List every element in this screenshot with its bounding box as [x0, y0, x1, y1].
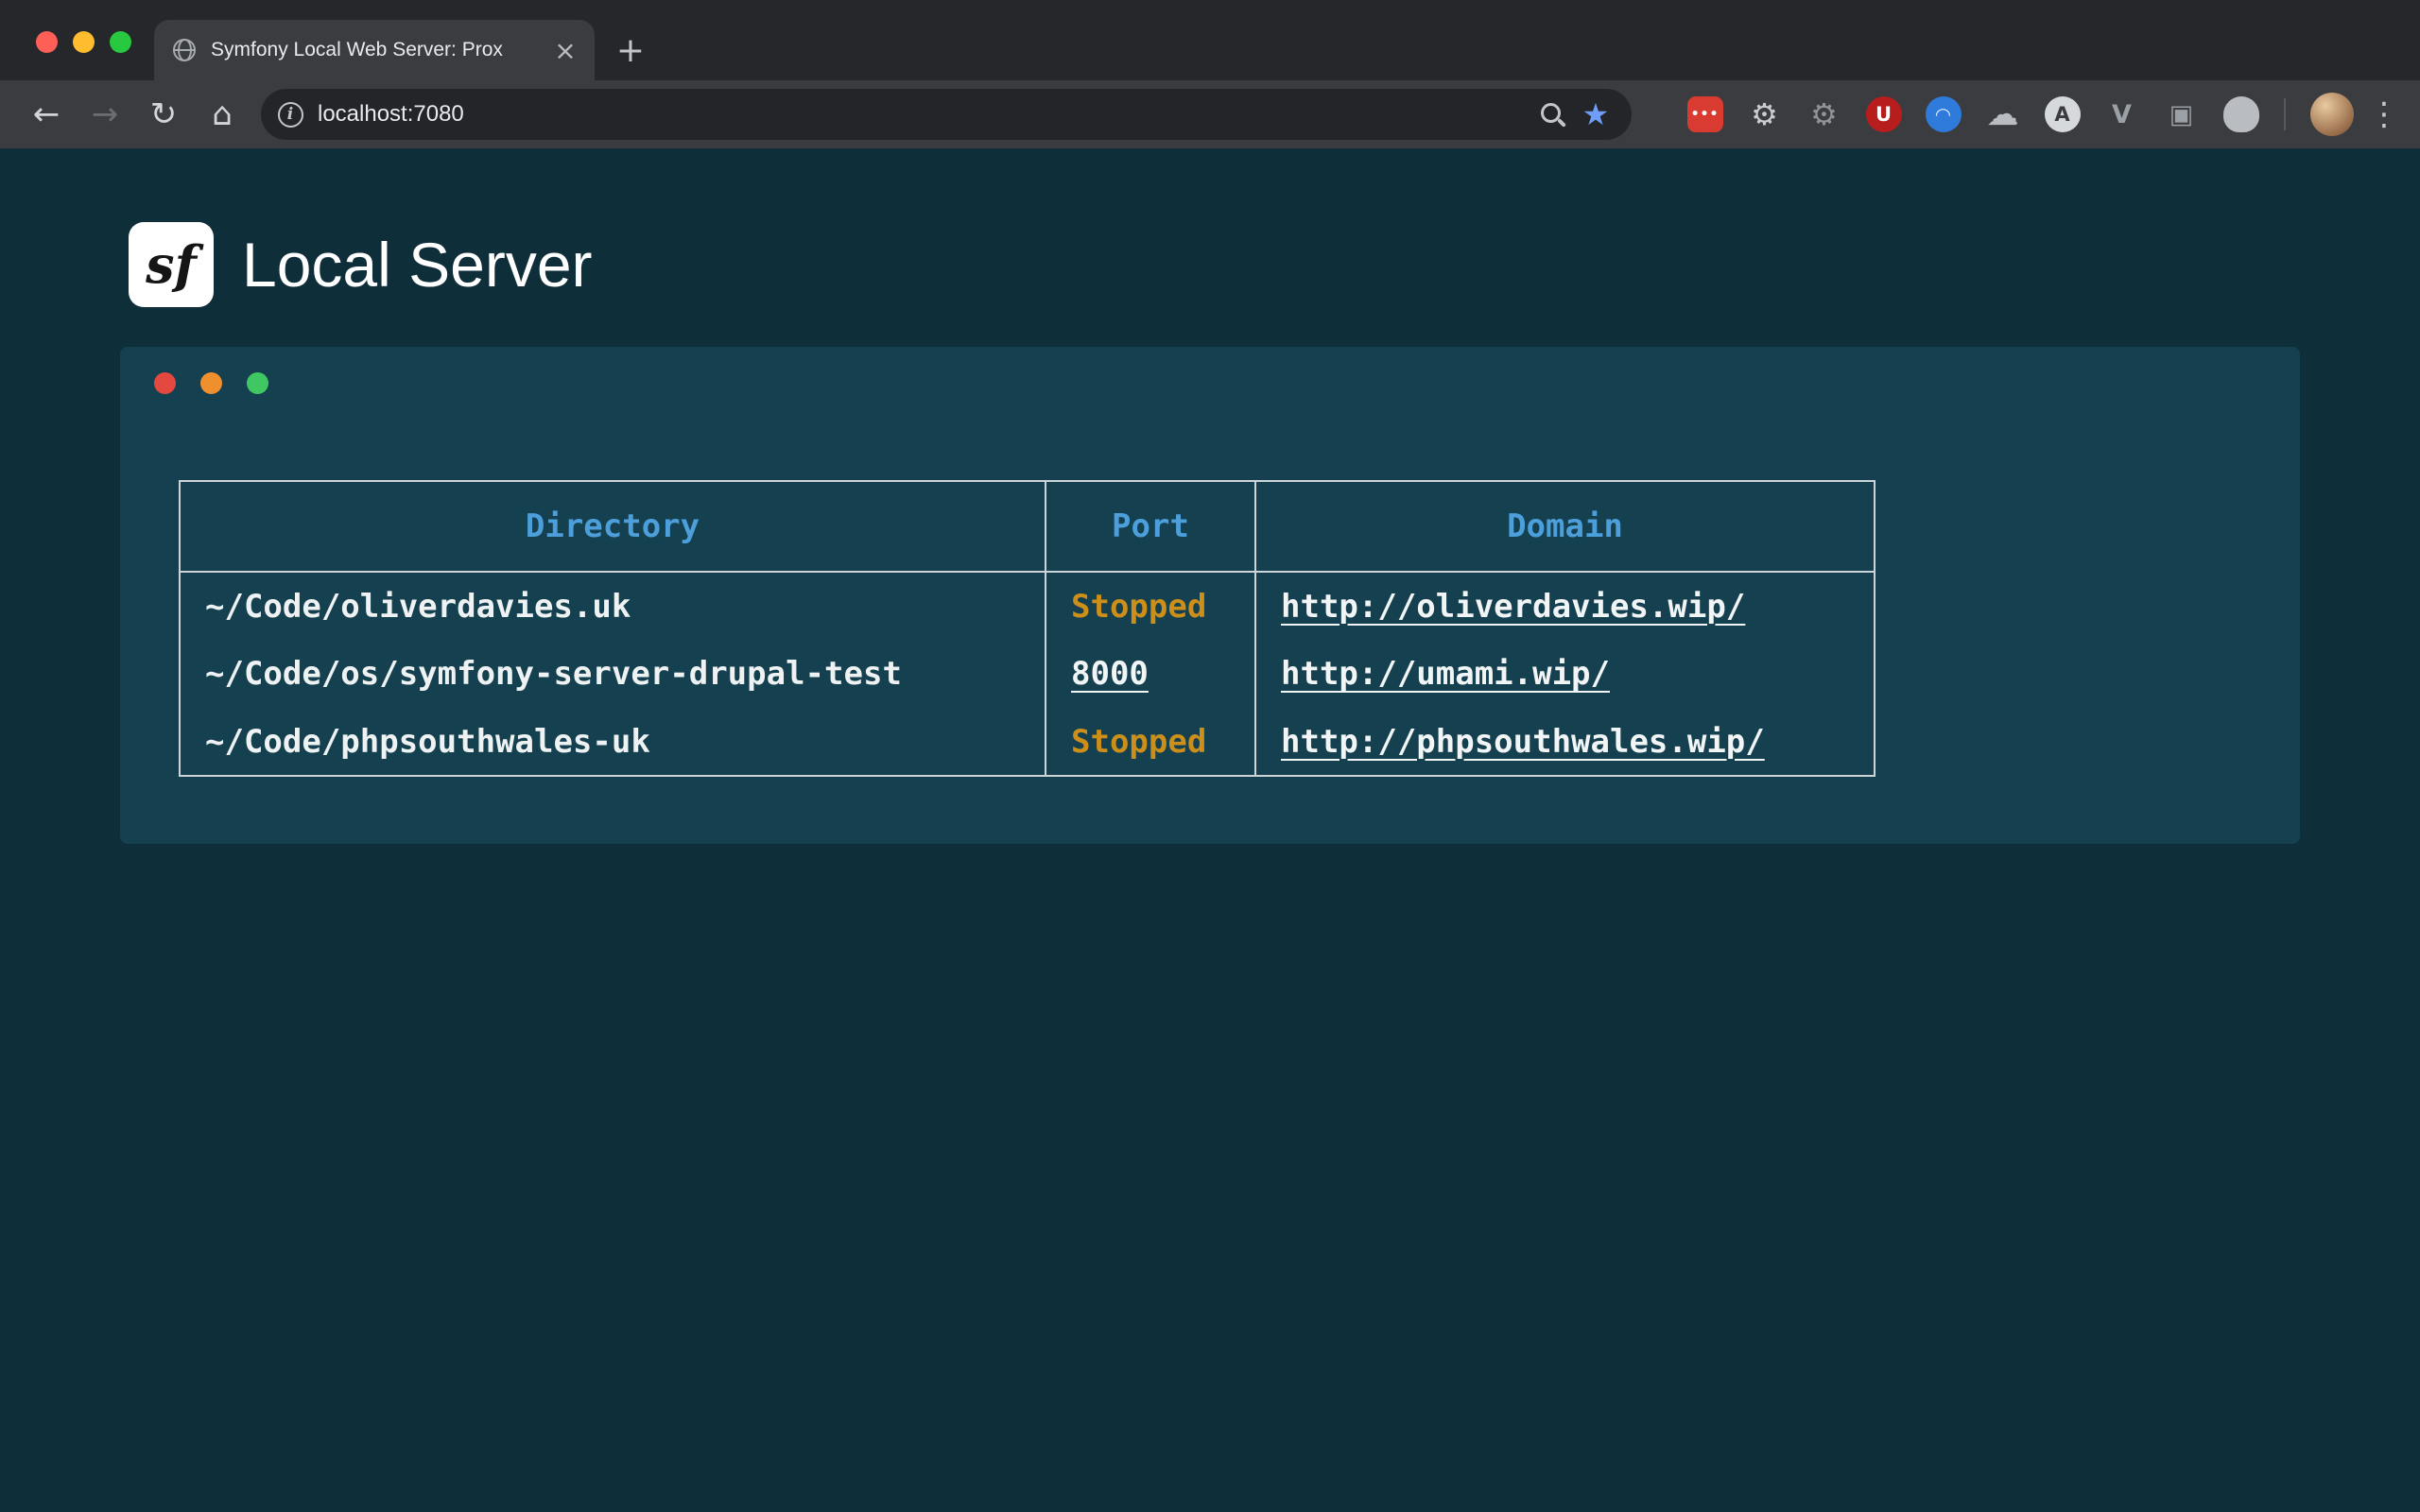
directory-cell: ~/Code/os/symfony-server-drupal-test [180, 640, 1046, 708]
port-cell: Stopped [1046, 708, 1255, 776]
window-close-button[interactable] [36, 31, 58, 53]
panel-red-dot [154, 372, 176, 394]
table-row: ~/Code/os/symfony-server-drupal-test 800… [180, 640, 1875, 708]
page-content: sf Local Server Directory Port Domain [0, 148, 2420, 1512]
a-letter-extension-icon[interactable]: A [2032, 89, 2092, 140]
column-header-domain: Domain [1255, 481, 1875, 572]
tab-strip: Symfony Local Web Server: Prox × + [0, 0, 2420, 80]
column-header-directory: Directory [180, 481, 1046, 572]
panel-green-dot [247, 372, 268, 394]
domain-link[interactable]: http://umami.wip/ [1281, 655, 1610, 693]
table-row: ~/Code/oliverdavies.uk Stopped http://ol… [180, 572, 1875, 640]
blue-circle-extension-icon[interactable]: ◠ [1913, 89, 1973, 140]
reload-icon[interactable]: ↻ [134, 85, 193, 144]
back-icon[interactable]: ← [17, 85, 76, 144]
zoom-icon[interactable] [1531, 94, 1571, 134]
domain-cell: http://oliverdavies.wip/ [1255, 572, 1875, 640]
table-header-row: Directory Port Domain [180, 481, 1875, 572]
directory-cell: ~/Code/phpsouthwales-uk [180, 708, 1046, 776]
dark-gear-extension-icon[interactable]: ⚙ [1794, 89, 1854, 140]
bookmark-star-icon[interactable]: ★ [1575, 96, 1616, 132]
port-status: Stopped [1071, 723, 1206, 761]
page-header: sf Local Server [0, 148, 2420, 307]
home-icon[interactable]: ⌂ [193, 85, 251, 144]
new-tab-button[interactable]: + [610, 29, 651, 71]
profile-avatar[interactable] [2310, 93, 2354, 136]
tab-favicon-globe-icon [173, 39, 196, 61]
site-info-button[interactable]: i [270, 94, 310, 134]
address-bar[interactable]: i localhost:7080 ★ [261, 89, 1632, 140]
ublock-extension-icon[interactable]: U [1854, 89, 1913, 140]
info-icon: i [278, 102, 303, 128]
domain-cell: http://phpsouthwales.wip/ [1255, 708, 1875, 776]
github-octocat-extension-icon[interactable] [2211, 89, 2271, 140]
browser-toolbar: ← → ↻ ⌂ i localhost:7080 ★ ••• ⚙ ⚙ U ◠ ☁… [0, 80, 2420, 148]
browser-window: Symfony Local Web Server: Prox × + ← → ↻… [0, 0, 2420, 148]
port-cell: 8000 [1046, 640, 1255, 708]
forward-icon[interactable]: → [76, 85, 134, 144]
url-text: localhost:7080 [318, 101, 464, 128]
tab-close-icon[interactable]: × [549, 34, 581, 66]
toolbar-divider [2284, 98, 2286, 130]
tab-title: Symfony Local Web Server: Prox [211, 39, 534, 61]
directory-cell: ~/Code/oliverdavies.uk [180, 572, 1046, 640]
browser-menu-icon[interactable]: ⋮ [2365, 89, 2403, 140]
servers-table: Directory Port Domain ~/Code/oliverdavie… [179, 480, 1876, 777]
panel-orange-dot [200, 372, 222, 394]
gear-extension-icon[interactable]: ⚙ [1735, 89, 1794, 140]
window-zoom-button[interactable] [110, 31, 131, 53]
port-status: Stopped [1071, 588, 1206, 626]
domain-link[interactable]: http://oliverdavies.wip/ [1281, 588, 1745, 626]
extensions-area: ••• ⚙ ⚙ U ◠ ☁ A V ▣ [1675, 89, 2271, 140]
port-link[interactable]: 8000 [1071, 655, 1149, 693]
grid-extension-icon[interactable]: ▣ [2152, 89, 2211, 140]
domain-link[interactable]: http://phpsouthwales.wip/ [1281, 723, 1765, 761]
port-cell: Stopped [1046, 572, 1255, 640]
symfony-logo: sf [129, 222, 214, 307]
red-dots-extension-icon[interactable]: ••• [1675, 89, 1735, 140]
panel-window-dots [154, 372, 2266, 394]
page-title: Local Server [242, 229, 593, 301]
v-shape-extension-icon[interactable]: V [2092, 89, 2152, 140]
table-row: ~/Code/phpsouthwales-uk Stopped http://p… [180, 708, 1875, 776]
window-minimize-button[interactable] [73, 31, 95, 53]
column-header-port: Port [1046, 481, 1255, 572]
domain-cell: http://umami.wip/ [1255, 640, 1875, 708]
server-panel: Directory Port Domain ~/Code/oliverdavie… [120, 347, 2300, 844]
browser-tab[interactable]: Symfony Local Web Server: Prox × [154, 20, 595, 80]
window-controls [36, 31, 131, 53]
cloud-extension-icon[interactable]: ☁ [1973, 89, 2032, 140]
